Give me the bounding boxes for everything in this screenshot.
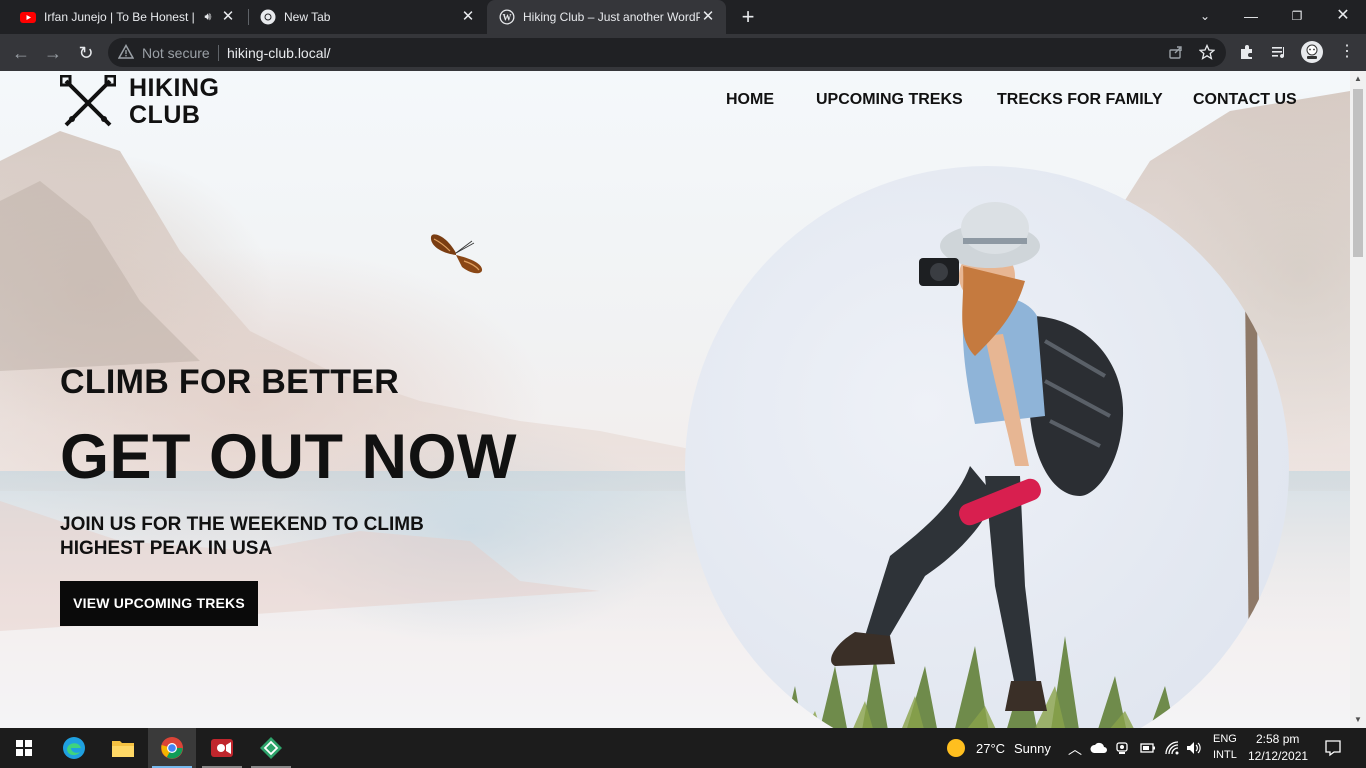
tab-hiking-club[interactable]: W Hiking Club – Just another WordPress s… [487, 0, 726, 34]
nav-home[interactable]: HOME [726, 91, 774, 109]
chrome-icon [161, 737, 183, 759]
edge-icon [63, 737, 85, 759]
reload-icon[interactable]: ↻ [73, 40, 99, 66]
web-page: HIKING CLUB HOME UPCOMING TREKS TRECKS F… [0, 71, 1350, 728]
notification-center-icon[interactable] [1324, 739, 1342, 757]
volume-icon[interactable] [1186, 740, 1202, 756]
hero-image-circle [685, 166, 1289, 728]
scroll-thumb[interactable] [1353, 89, 1363, 257]
clock-time[interactable]: 2:58 pm [1256, 732, 1299, 746]
weather-temp[interactable]: 27°C [976, 741, 1005, 756]
file-explorer-icon [112, 741, 134, 757]
windows-start-icon [16, 740, 32, 756]
view-upcoming-treks-button[interactable]: VIEW UPCOMING TREKS [60, 581, 258, 626]
tray-overflow-chevron-icon[interactable]: ︿ [1068, 739, 1082, 759]
hero-headline: GET OUT NOW [60, 422, 517, 492]
taskbar-screen-recorder[interactable] [198, 728, 246, 768]
taskbar-gitkraken[interactable] [247, 728, 295, 768]
browser-toolbar: ← → ↻ Not secure hiking-club.local/ ⋮ [0, 34, 1366, 71]
lang-line2[interactable]: INTL [1213, 749, 1237, 761]
speaker-icon[interactable]: 🔊︎ [200, 9, 216, 25]
hero-kicker: CLIMB FOR BETTER [60, 363, 400, 401]
battery-icon[interactable] [1140, 742, 1156, 754]
tab-title: Hiking Club – Just another WordPress sit… [523, 10, 700, 24]
bookmark-star-icon[interactable] [1199, 44, 1215, 60]
warning-triangle-icon[interactable] [118, 44, 134, 60]
new-tab-button[interactable]: + [736, 5, 760, 29]
restore-button[interactable]: ❐ [1274, 0, 1320, 34]
chrome-icon [260, 9, 276, 25]
address-bar[interactable]: Not secure hiking-club.local/ [108, 38, 1226, 67]
omnibox-separator [218, 45, 219, 61]
meet-now-camera-icon[interactable] [1116, 740, 1130, 756]
browser-tab-bar: Irfan Junejo | To Be Honest | 🔊︎ ✕ New T… [0, 0, 1366, 34]
scroll-down-arrow-icon[interactable]: ▼ [1350, 712, 1366, 728]
profile-avatar-icon[interactable] [1300, 40, 1324, 64]
svg-text:W: W [503, 13, 512, 23]
gitkraken-icon [260, 737, 282, 759]
forward-arrow-icon[interactable]: → [40, 40, 66, 66]
tab-search-chevron-icon[interactable]: ⌄ [1182, 0, 1228, 34]
logo-line2: CLUB [129, 101, 201, 129]
tab-new-tab[interactable]: New Tab ✕ [248, 0, 486, 34]
close-tab-icon[interactable]: ✕ [460, 9, 476, 25]
close-tab-icon[interactable]: ✕ [220, 9, 236, 25]
close-tab-icon[interactable]: ✕ [700, 9, 716, 25]
nav-contact-us[interactable]: CONTACT US [1193, 91, 1297, 109]
butterfly-icon [430, 234, 483, 274]
tab-title: Irfan Junejo | To Be Honest | [44, 10, 195, 24]
tab-youtube[interactable]: Irfan Junejo | To Be Honest | 🔊︎ ✕ [8, 0, 246, 34]
share-icon[interactable] [1168, 44, 1184, 60]
site-logo[interactable]: HIKING CLUB [60, 75, 235, 129]
logo-line1: HIKING [129, 74, 220, 102]
wifi-icon[interactable] [1164, 740, 1180, 756]
scroll-up-arrow-icon[interactable]: ▲ [1350, 71, 1366, 87]
screen-recorder-icon [211, 739, 233, 757]
windows-start-button[interactable] [0, 728, 48, 768]
taskbar-file-explorer[interactable] [99, 728, 147, 768]
url-text[interactable]: hiking-club.local/ [227, 45, 331, 61]
clock-date[interactable]: 12/12/2021 [1248, 749, 1308, 763]
onedrive-cloud-icon[interactable] [1090, 742, 1108, 754]
page-scrollbar[interactable]: ▲ ▼ [1350, 71, 1366, 728]
crossed-trekking-poles-icon [60, 75, 116, 127]
sun-weather-icon[interactable] [946, 738, 966, 758]
taskbar-chrome[interactable] [148, 728, 196, 768]
hero-description: JOIN US FOR THE WEEKEND TO CLIMB HIGHEST… [60, 514, 424, 559]
lang-line1[interactable]: ENG [1213, 733, 1237, 745]
taskbar-edge[interactable] [50, 728, 98, 768]
nav-trecks-for-family[interactable]: TRECKS FOR FAMILY [997, 91, 1163, 109]
wordpress-icon: W [499, 9, 515, 25]
weather-condition[interactable]: Sunny [1014, 741, 1051, 756]
close-window-button[interactable]: ✕ [1320, 0, 1366, 34]
security-label[interactable]: Not secure [142, 45, 210, 61]
back-arrow-icon[interactable]: ← [8, 40, 34, 66]
nav-upcoming-treks[interactable]: UPCOMING TREKS [816, 91, 963, 109]
hiker-illustration [751, 202, 1260, 728]
windows-taskbar: 27°C Sunny ︿ ENG INTL 2:58 pm 12/12/2021 [0, 728, 1366, 768]
tab-title: New Tab [284, 10, 331, 24]
youtube-icon [20, 12, 36, 23]
media-queue-icon[interactable] [1270, 43, 1288, 61]
chrome-menu-icon[interactable]: ⋮ [1338, 43, 1356, 61]
minimize-button[interactable]: — [1228, 0, 1274, 34]
extensions-puzzle-icon[interactable] [1238, 43, 1256, 61]
